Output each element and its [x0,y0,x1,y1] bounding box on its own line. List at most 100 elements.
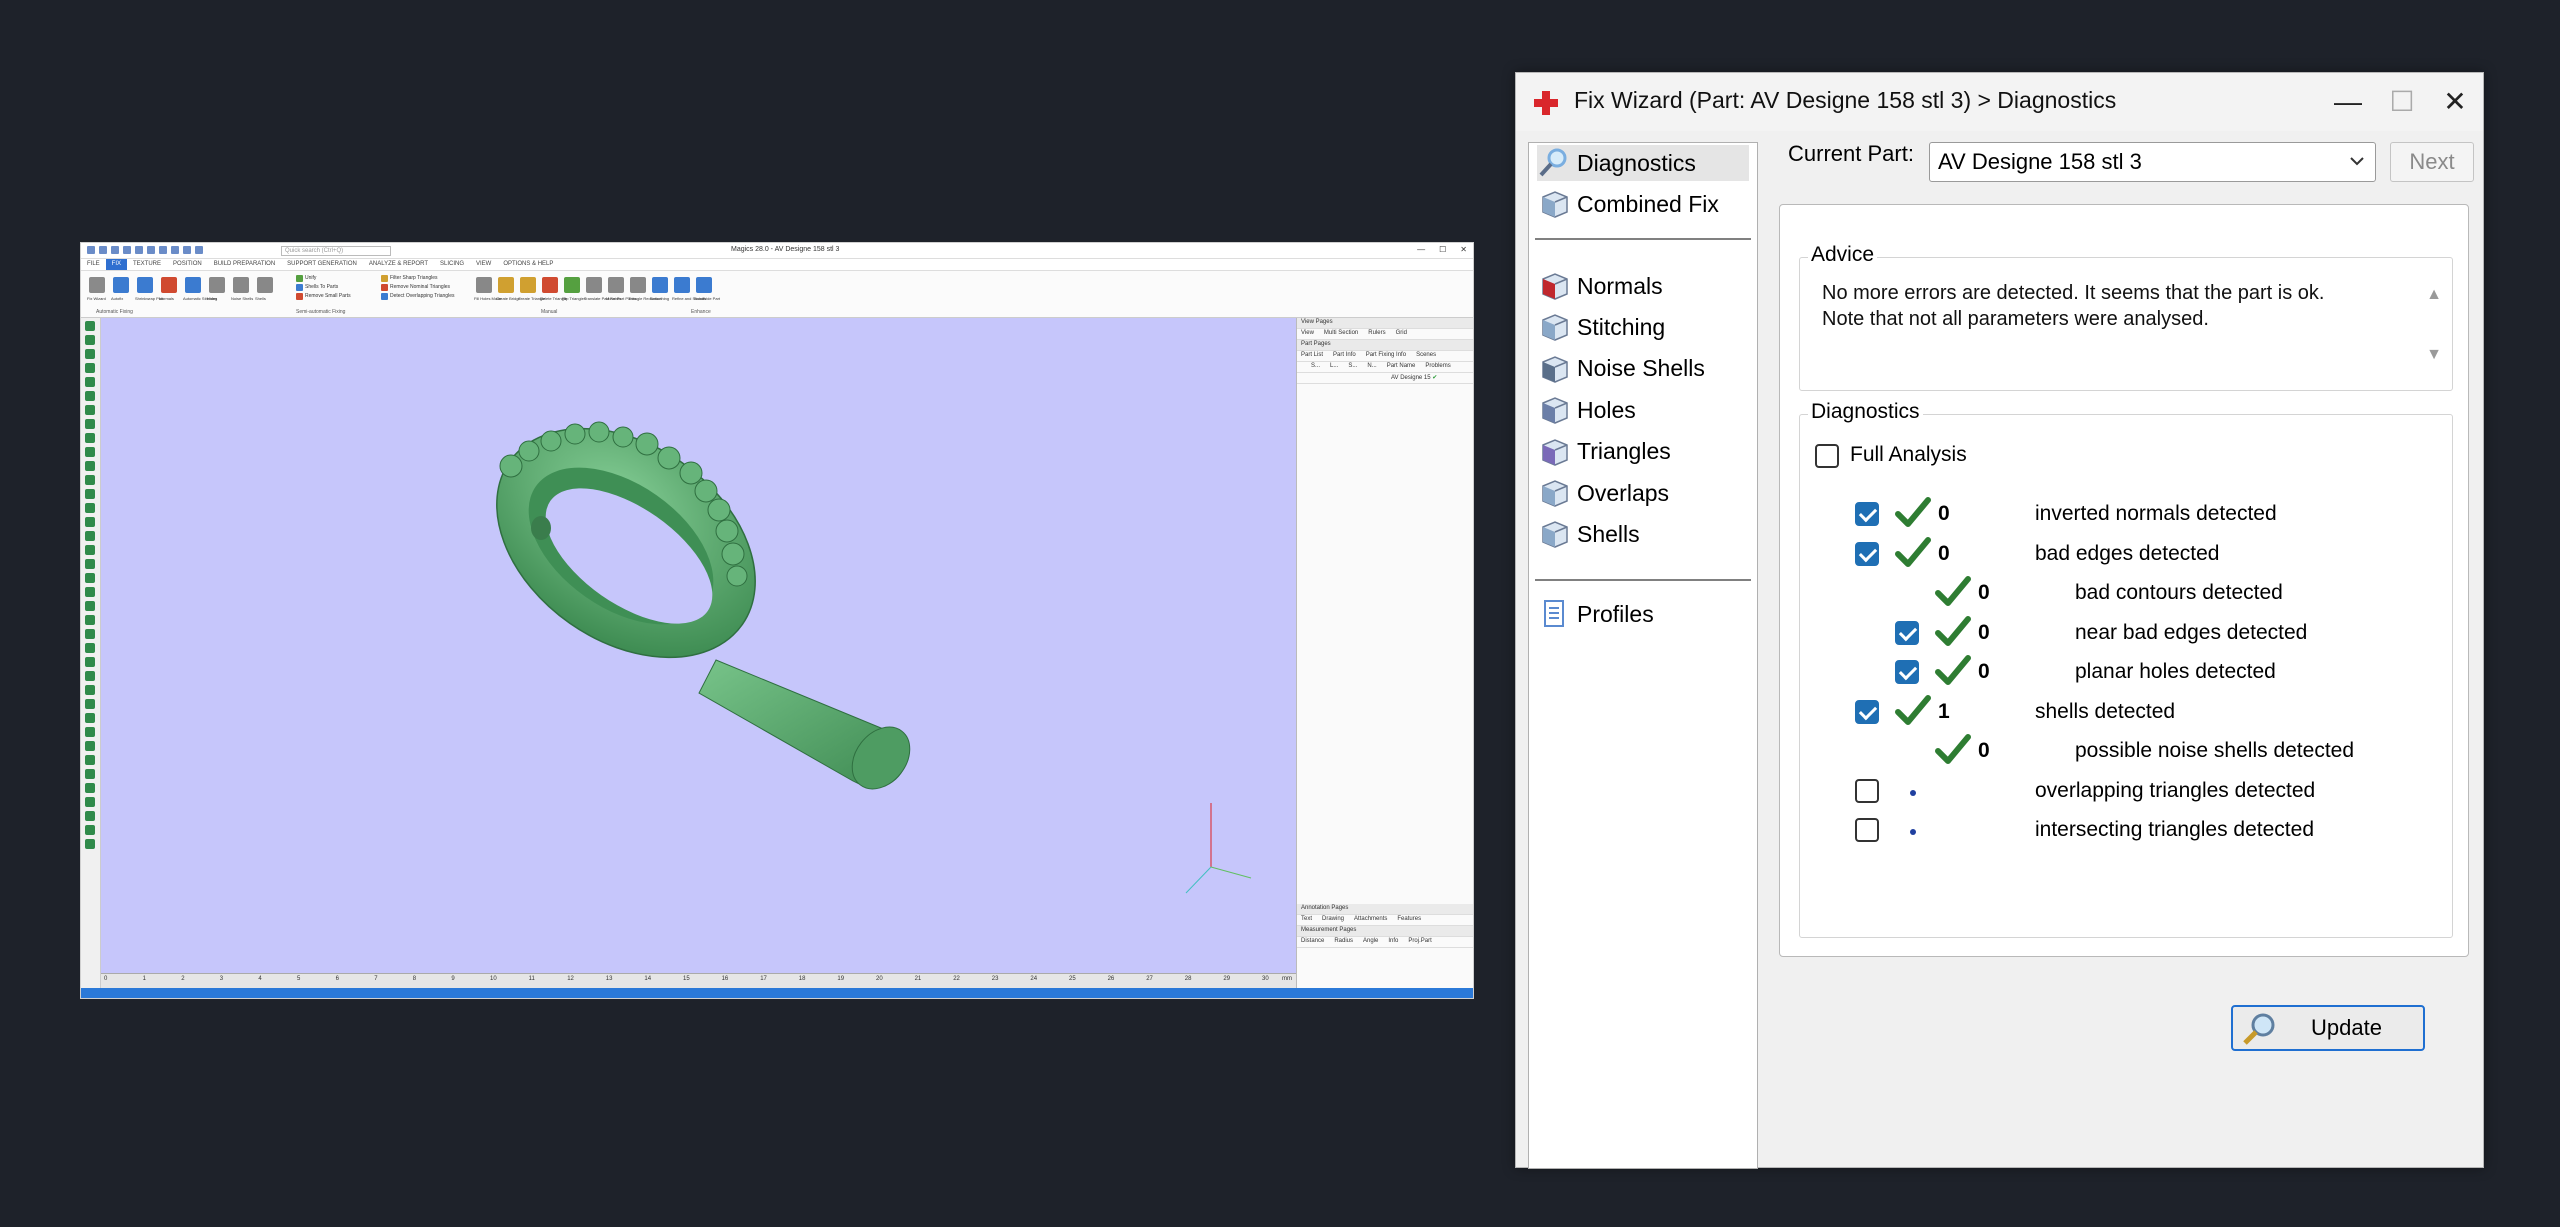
tool-icon[interactable] [85,573,95,583]
ribbon-tab-file[interactable]: FILE [81,259,106,270]
maximize-button[interactable]: ☐ [2383,83,2421,121]
ribbon-tab-texture[interactable]: TEXTURE [127,259,167,270]
panel-tab[interactable]: Attachments [1354,916,1387,922]
diagnostic-checkbox[interactable] [1855,818,1879,842]
full-analysis-checkbox[interactable] [1815,444,1839,468]
tool-icon[interactable] [85,839,95,849]
panel-tab[interactable]: View [1301,330,1314,336]
tool-icon[interactable] [85,601,95,611]
tool-icon[interactable] [85,433,95,443]
ribbon-tab-options-help[interactable]: OPTIONS & HELP [497,259,559,270]
tool-icon[interactable] [85,727,95,737]
tool-icon[interactable] [85,671,95,681]
current-part-select[interactable]: AV Designe 158 stl 3 [1929,142,2376,182]
tool-icon[interactable] [85,377,95,387]
ribbon-tab-position[interactable]: POSITION [167,259,208,270]
panel-tab[interactable]: Info [1388,938,1398,944]
nav-item-triangles[interactable]: Triangles [1537,434,1749,470]
ribbon-tab-analyze-report[interactable]: ANALYZE & REPORT [363,259,434,270]
tool-icon[interactable] [85,685,95,695]
tool-icon[interactable] [85,349,95,359]
panel-tab[interactable]: Part Fixing Info [1366,352,1406,358]
panel-tab[interactable]: S... [1311,363,1320,369]
tool-icon[interactable] [85,797,95,807]
tool-icon[interactable] [85,391,95,401]
panel-tab[interactable]: Distance [1301,938,1324,944]
diagnostic-checkbox[interactable] [1855,502,1879,526]
close-button[interactable]: ✕ [2436,83,2474,121]
annotation-tabs[interactable]: Text Drawing Attachments Features [1297,915,1473,926]
diagnostic-checkbox[interactable] [1855,778,1879,803]
nav-item-noise-shells[interactable]: Noise Shells [1537,351,1749,387]
quick-access-toolbar[interactable] [87,246,203,254]
tool-icon[interactable] [85,741,95,751]
panel-tab[interactable]: Drawing [1322,916,1344,922]
panel-tab[interactable]: Rulers [1368,330,1385,336]
diagnostic-checkbox[interactable] [1895,660,1919,684]
panel-tab[interactable]: Grid [1396,330,1407,336]
quick-search-input[interactable]: Quick search (Ctrl+Q) [281,246,391,256]
nav-item-stitching[interactable]: Stitching [1537,309,1749,345]
panel-tab[interactable]: N... [1367,363,1376,369]
tool-icon[interactable] [85,811,95,821]
tool-icon[interactable] [85,783,95,793]
left-toolbar[interactable] [81,318,101,988]
panel-tab[interactable]: L... [1330,363,1338,369]
tool-icon[interactable] [85,545,95,555]
panel-tab[interactable]: Proj.Part [1408,938,1431,944]
diagnostic-checkbox[interactable] [1855,541,1879,566]
tool-icon[interactable] [85,405,95,415]
tool-icon[interactable] [85,531,95,541]
part-list-row[interactable]: AV Designe 15 ✔ [1297,373,1473,384]
tool-icon[interactable] [85,335,95,345]
diagnostic-checkbox[interactable] [1855,699,1879,724]
3d-viewport[interactable] [101,318,1296,973]
tool-icon[interactable] [85,475,95,485]
panel-tab[interactable]: Problems [1425,363,1450,369]
tool-icon[interactable] [85,461,95,471]
scroll-up-icon[interactable]: ▲ [2424,286,2444,304]
tool-icon[interactable] [85,643,95,653]
panel-tab[interactable]: Part Name [1387,363,1416,369]
part-pages-header[interactable]: Part Pages [1297,340,1473,351]
nav-item-profiles[interactable]: Profiles [1537,596,1749,632]
ribbon-tab-build-preparation[interactable]: BUILD PREPARATION [208,259,281,270]
nav-item-overlaps[interactable]: Overlaps [1537,475,1749,511]
tool-icon[interactable] [85,447,95,457]
tool-icon[interactable] [85,363,95,373]
nav-item-combined-fix[interactable]: Combined Fix [1537,186,1749,222]
tool-icon[interactable] [85,503,95,513]
panel-tab[interactable]: Features [1397,916,1421,922]
panel-tab[interactable]: Angle [1363,938,1378,944]
measurement-tabs[interactable]: Distance Radius Angle Info Proj.Part [1297,937,1473,948]
tool-icon[interactable] [85,657,95,667]
ribbon-tab-view[interactable]: VIEW [470,259,497,270]
panel-tab[interactable]: Radius [1334,938,1353,944]
tool-icon[interactable] [85,587,95,597]
nav-item-normals[interactable]: Normals [1537,268,1749,304]
ribbon-tab-support-generation[interactable]: SUPPORT GENERATION [281,259,363,270]
tool-icon[interactable] [85,419,95,429]
tool-icon[interactable] [85,559,95,569]
measurement-pages-header[interactable]: Measurement Pages [1297,926,1473,937]
scroll-down-icon[interactable]: ▼ [2424,346,2444,364]
panel-tab[interactable]: Text [1301,916,1312,922]
tool-icon[interactable] [85,769,95,779]
part-page-tabs[interactable]: Part List Part Info Part Fixing Info Scenes [1297,351,1473,362]
nav-item-diagnostics[interactable]: Diagnostics [1537,145,1749,181]
tool-icon[interactable] [85,755,95,765]
panel-tab[interactable]: Scenes [1416,352,1436,358]
view-pages-header[interactable]: View Pages [1297,318,1473,329]
nav-item-holes[interactable]: Holes [1537,392,1749,428]
tool-icon[interactable] [85,713,95,723]
magics-window-controls[interactable]: — ☐ ✕ [1417,245,1467,254]
panel-tab[interactable]: Multi Section [1324,330,1358,336]
diagnostic-checkbox[interactable] [1895,620,1919,645]
tool-icon[interactable] [85,489,95,499]
panel-tab[interactable]: Part List [1301,352,1323,358]
panel-tab[interactable]: S... [1348,363,1357,369]
tool-icon[interactable] [85,825,95,835]
tool-icon[interactable] [85,629,95,639]
tool-icon[interactable] [85,699,95,709]
view-page-tabs[interactable]: View Multi Section Rulers Grid [1297,329,1473,340]
